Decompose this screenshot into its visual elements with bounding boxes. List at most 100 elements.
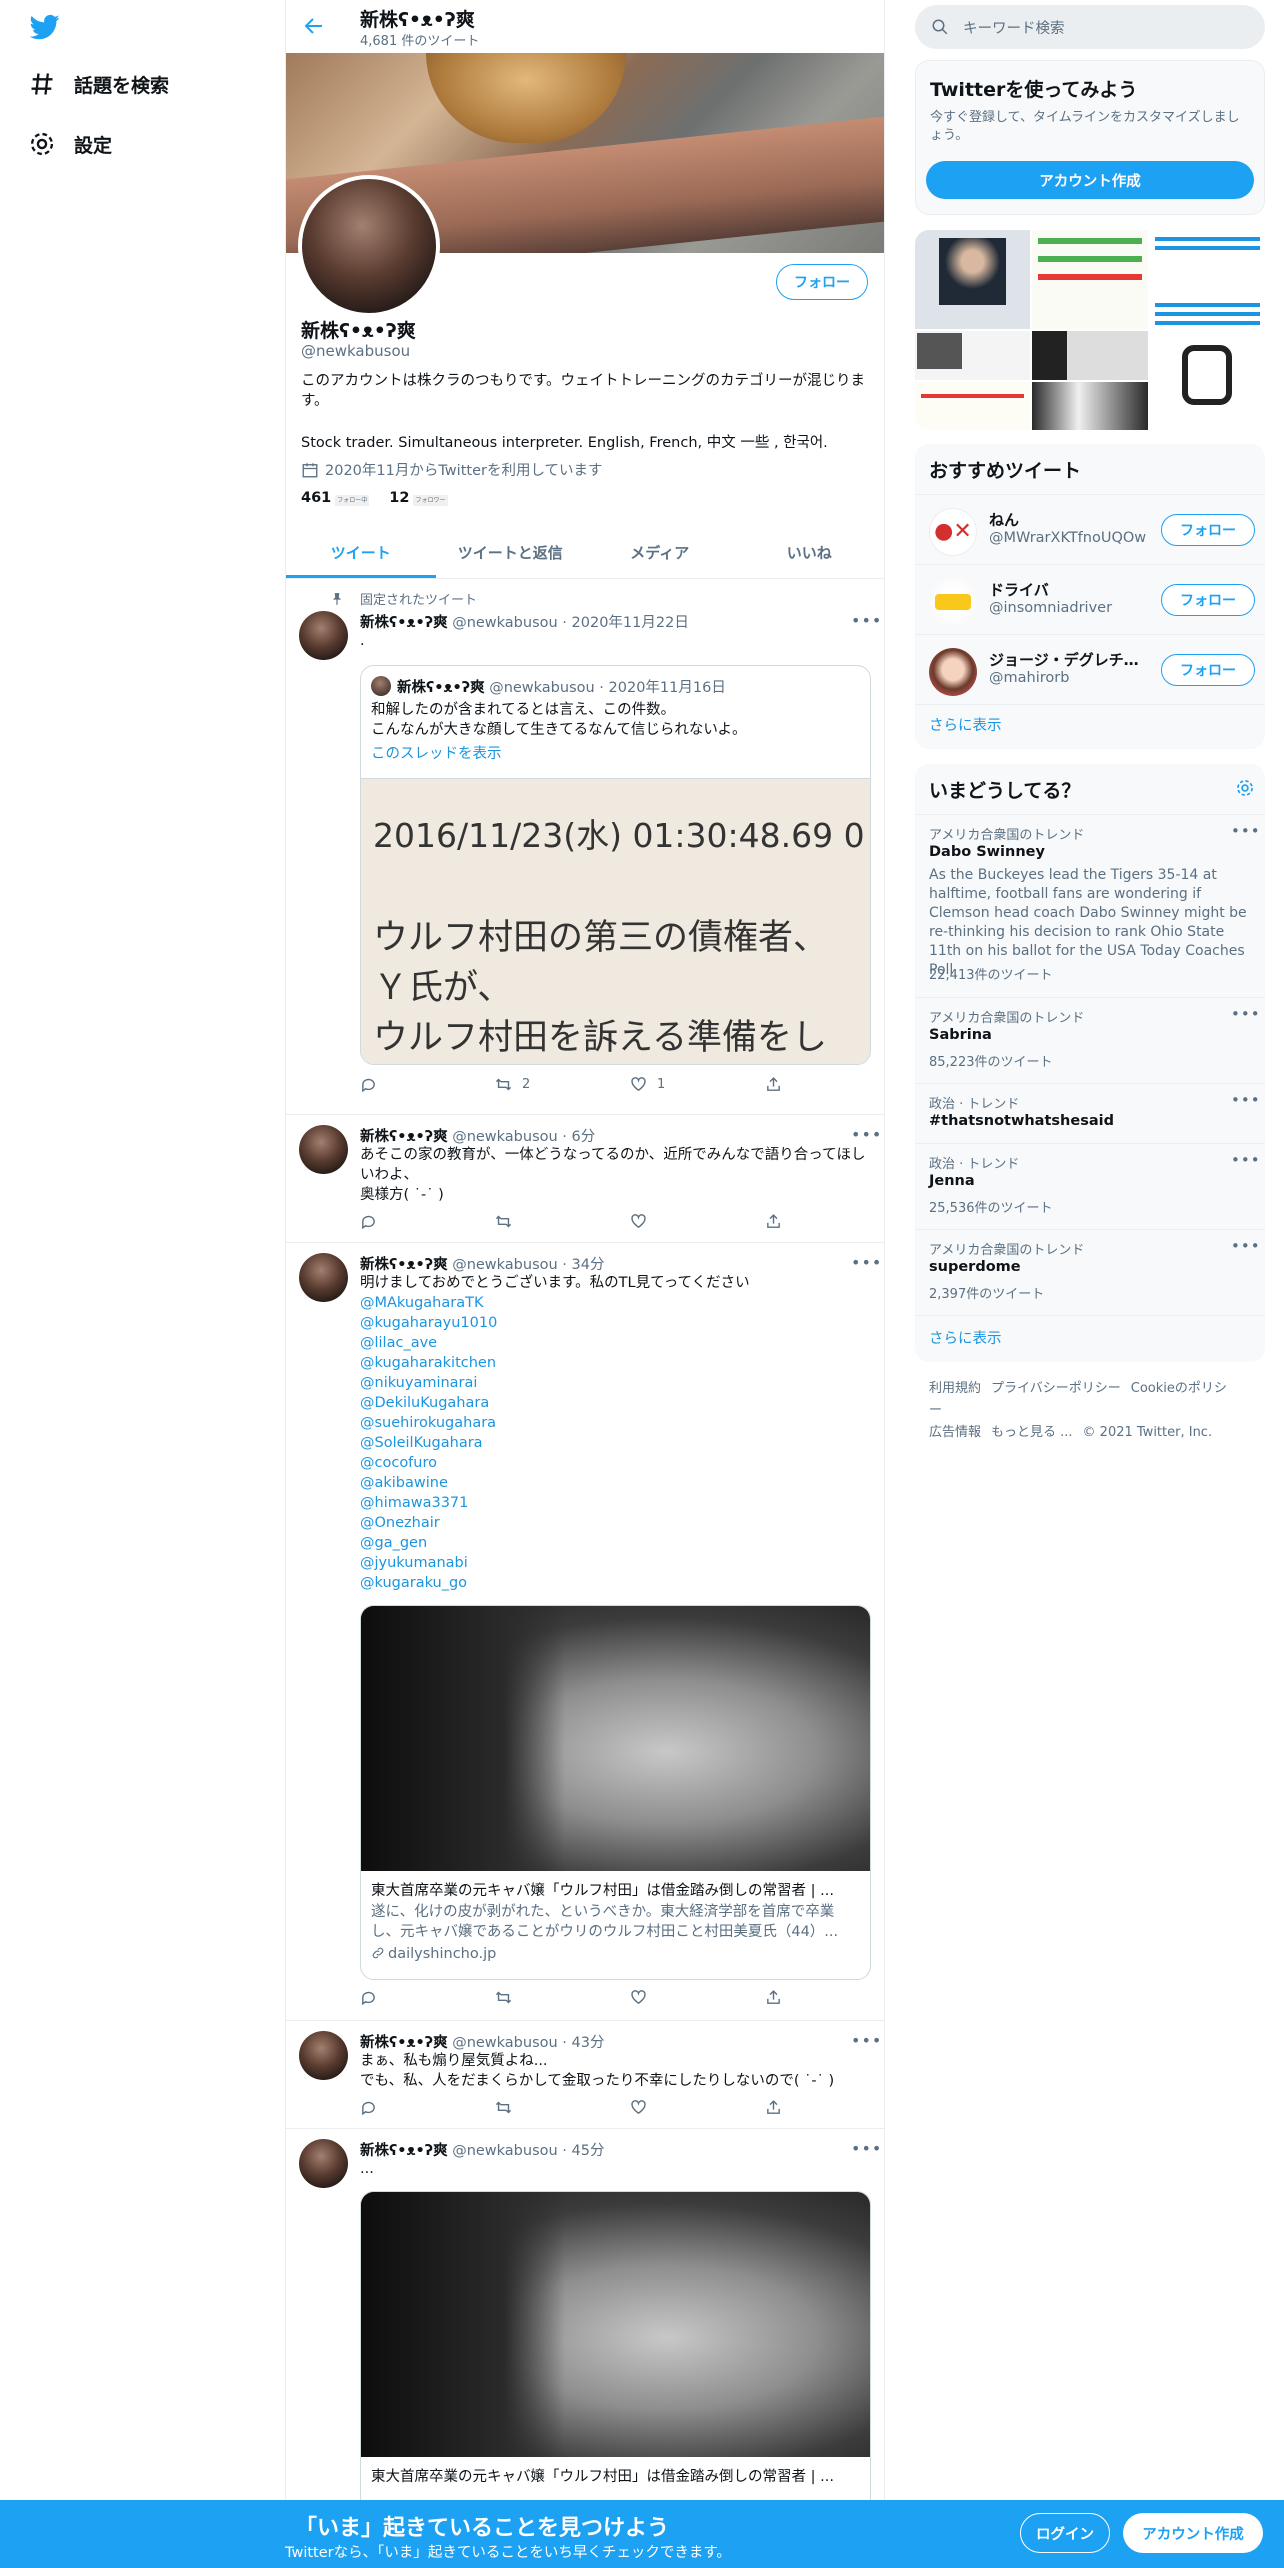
retweet-button[interactable] xyxy=(495,1213,522,1230)
like-button[interactable] xyxy=(630,1989,657,2006)
recommended-user[interactable]: ドライバ @insomniadriver フォロー xyxy=(915,564,1265,634)
mention-link[interactable]: @DekiluKugahara xyxy=(360,1393,870,1413)
share-button[interactable] xyxy=(765,1076,792,1093)
mention-link[interactable]: @MAkugaharaTK xyxy=(360,1293,870,1313)
follow-button[interactable]: フォロー xyxy=(1161,654,1255,686)
link-card[interactable]: 東大首席卒業の元キャバ嬢「ウルフ村田」は借金踏み倒しの常習者 | ... xyxy=(360,2191,871,2511)
back-arrow-icon[interactable] xyxy=(302,14,326,38)
trend-item[interactable]: アメリカ合衆国のトレンド ••• superdome 2,397件のツイート xyxy=(915,1229,1265,1315)
signup-button[interactable]: アカウント作成 xyxy=(1123,2513,1263,2553)
mention-link[interactable]: @ga_gen xyxy=(360,1533,870,1553)
trend-more-icon[interactable]: ••• xyxy=(1231,1005,1261,1023)
avatar[interactable] xyxy=(299,611,348,660)
trend-more-icon[interactable]: ••• xyxy=(1231,1151,1261,1169)
create-account-button[interactable]: アカウント作成 xyxy=(926,161,1254,199)
retweet-button[interactable] xyxy=(495,2099,522,2116)
reply-button[interactable] xyxy=(360,1213,387,1230)
media-thumb[interactable] xyxy=(915,381,1031,430)
mention-link[interactable]: @kugaharakitchen xyxy=(360,1353,870,1373)
like-button[interactable] xyxy=(630,1213,657,1230)
media-thumb[interactable] xyxy=(1032,230,1148,329)
tweet-pinned[interactable]: 固定されたツイート 新株ʕ•ᴥ•ʔ爽 @newkabusou · 2020年11… xyxy=(286,579,884,1115)
recommended-show-more[interactable]: さらに表示 xyxy=(929,714,1002,735)
media-thumb[interactable] xyxy=(1149,230,1265,279)
more-icon[interactable]: ••• xyxy=(851,2139,881,2158)
share-button[interactable] xyxy=(765,1213,792,1230)
more-icon[interactable]: ••• xyxy=(851,2031,881,2050)
follow-button[interactable]: フォロー xyxy=(1161,514,1255,546)
retweet-button[interactable]: 2 xyxy=(495,1076,530,1093)
like-button[interactable] xyxy=(630,2099,657,2116)
quoted-tweet[interactable]: 新株ʕ•ᴥ•ʔ爽 @newkabusou · 2020年11月16日 和解したの… xyxy=(360,665,871,1065)
tweet-author[interactable]: 新株ʕ•ᴥ•ʔ爽 @newkabusou · 43分 xyxy=(360,2031,604,2052)
tweet[interactable]: 新株ʕ•ᴥ•ʔ爽 @newkabusou · 34分 ••• 明けましておめでと… xyxy=(286,1243,884,2021)
like-button[interactable]: 1 xyxy=(630,1076,665,1093)
mention-link[interactable]: @lilac_ave xyxy=(360,1333,870,1353)
mention-link[interactable]: @kugaraku_go xyxy=(360,1573,870,1593)
trend-item[interactable]: 政治 · トレンド ••• #thatsnotwhatshesaid xyxy=(915,1083,1265,1143)
retweet-button[interactable] xyxy=(495,1989,522,2006)
media-thumb[interactable] xyxy=(915,230,1031,329)
mention-link[interactable]: @suehirokugahara xyxy=(360,1413,870,1433)
tab-tweets[interactable]: ツイート xyxy=(286,527,436,578)
tweet-author[interactable]: 新株ʕ•ᴥ•ʔ爽 @newkabusou · 6分 xyxy=(360,1125,595,1146)
link-card[interactable]: 東大首席卒業の元キャバ嬢「ウルフ村田」は借金踏み倒しの常習者 | ... 遂に、… xyxy=(360,1605,871,1980)
mention-link[interactable]: @kugaharayu1010 xyxy=(360,1313,870,1333)
nav-settings[interactable]: 設定 xyxy=(28,130,112,158)
media-thumb[interactable] xyxy=(1032,381,1148,430)
tweet[interactable]: 新株ʕ•ᴥ•ʔ爽 @newkabusou · 43分 ••• まぁ、私も煽り屋気… xyxy=(286,2021,884,2129)
avatar[interactable] xyxy=(299,2139,348,2188)
recommended-user[interactable]: ジョージ・デグレチャフ @mahirorb フォロー xyxy=(915,634,1265,704)
mention-link[interactable]: @nikuyaminarai xyxy=(360,1373,870,1393)
settings-gear-icon[interactable] xyxy=(1235,778,1255,798)
following-link[interactable]: 461 フォロー中 xyxy=(301,490,370,506)
reply-button[interactable] xyxy=(360,2099,387,2116)
trend-more-icon[interactable]: ••• xyxy=(1231,1091,1261,1109)
login-button[interactable]: ログイン xyxy=(1020,2513,1110,2553)
nav-explore[interactable]: 話題を検索 xyxy=(28,70,169,98)
footer-ads-link[interactable]: 広告情報 xyxy=(929,1425,981,1440)
mention-link[interactable]: @himawa3371 xyxy=(360,1493,870,1513)
avatar[interactable] xyxy=(929,648,977,696)
avatar[interactable] xyxy=(929,578,977,626)
avatar[interactable] xyxy=(299,2031,348,2080)
trend-more-icon[interactable]: ••• xyxy=(1231,822,1261,840)
trend-item[interactable]: アメリカ合衆国のトレンド ••• Dabo Swinney As the Buc… xyxy=(915,814,1265,997)
mention-link[interactable]: @jyukumanabi xyxy=(360,1553,870,1573)
tab-likes[interactable]: いいね xyxy=(735,527,885,578)
share-button[interactable] xyxy=(765,1989,792,2006)
tab-media[interactable]: メディア xyxy=(585,527,735,578)
mention-link[interactable]: @cocofuro xyxy=(360,1453,870,1473)
share-button[interactable] xyxy=(765,2099,792,2116)
search-box[interactable]: キーワード検索 xyxy=(915,5,1265,49)
avatar[interactable]: ●✕ xyxy=(929,508,977,556)
tweet-author[interactable]: 新株ʕ•ᴥ•ʔ爽 @newkabusou · 2020年11月22日 xyxy=(360,611,689,632)
tweet-author[interactable]: 新株ʕ•ᴥ•ʔ爽 @newkabusou · 34分 xyxy=(360,1253,604,1274)
more-icon[interactable]: ••• xyxy=(851,611,881,630)
reply-button[interactable] xyxy=(360,1076,387,1093)
profile-avatar[interactable] xyxy=(298,175,440,317)
reply-button[interactable] xyxy=(360,1989,387,2006)
profile-follow-button[interactable]: フォロー xyxy=(776,264,868,300)
tweet-author[interactable]: 新株ʕ•ᴥ•ʔ爽 @newkabusou · 45分 xyxy=(360,2139,604,2160)
trend-item[interactable]: アメリカ合衆国のトレンド ••• Sabrina 85,223件のツイート xyxy=(915,997,1265,1083)
trend-item[interactable]: 政治 · トレンド ••• Jenna 25,536件のツイート xyxy=(915,1143,1265,1229)
mention-link[interactable]: @akibawine xyxy=(360,1473,870,1493)
avatar[interactable] xyxy=(299,1125,348,1174)
show-thread-link[interactable]: このスレッドを表示 xyxy=(371,742,502,763)
media-thumb[interactable] xyxy=(915,331,1031,380)
footer-privacy-link[interactable]: プライバシーポリシー xyxy=(991,1381,1121,1396)
more-icon[interactable]: ••• xyxy=(851,1253,881,1272)
media-thumb[interactable] xyxy=(1032,331,1148,380)
footer-more-link[interactable]: もっと見る ... xyxy=(991,1425,1073,1440)
tweet[interactable]: 新株ʕ•ᴥ•ʔ爽 @newkabusou · 6分 ••• あそこの家の教育が、… xyxy=(286,1115,884,1243)
media-thumb[interactable] xyxy=(1149,280,1265,430)
recommended-user[interactable]: ●✕ ねん @MWrarXKTfnoUQOw フォロー xyxy=(915,494,1265,564)
follow-button[interactable]: フォロー xyxy=(1161,584,1255,616)
mention-link[interactable]: @Onezhair xyxy=(360,1513,870,1533)
media-grid[interactable] xyxy=(915,230,1265,430)
quoted-image[interactable]: 2016/11/23(水) 01:30:48.69 0 ウルフ村田の第三の債権者… xyxy=(361,778,870,1064)
followers-link[interactable]: 12 フォロワー xyxy=(389,490,448,506)
trend-more-icon[interactable]: ••• xyxy=(1231,1237,1261,1255)
avatar[interactable] xyxy=(299,1253,348,1302)
